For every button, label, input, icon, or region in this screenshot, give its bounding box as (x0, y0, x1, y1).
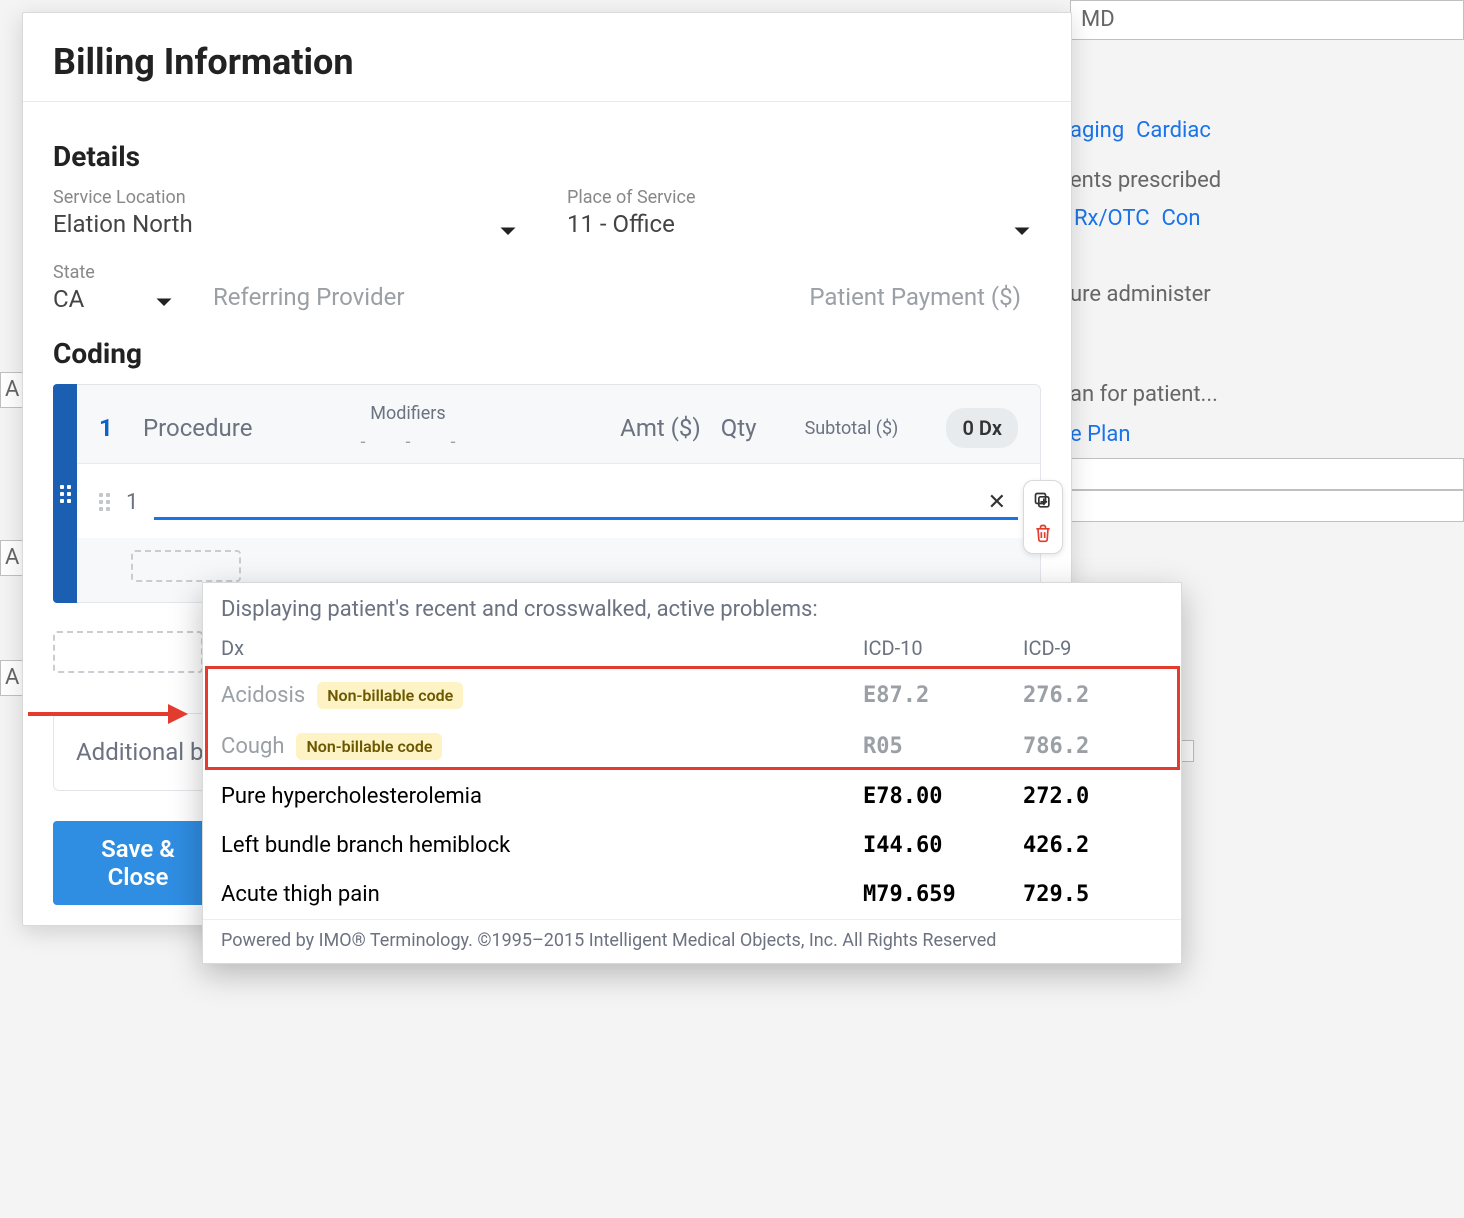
service-location-value: Elation North (53, 210, 193, 238)
dx-icd9: 276.2 (1023, 683, 1163, 708)
coding-section-title: Coding (53, 337, 1041, 370)
dropdown-row[interactable]: Pure hypercholesterolemia E78.00 272.0 (203, 772, 1181, 821)
dx-name: Cough (221, 734, 284, 759)
modifier-slot-2[interactable]: - (406, 432, 411, 453)
modal-title: Billing Information (53, 41, 1041, 83)
place-of-service-label: Place of Service (567, 187, 1041, 208)
bg-text-md: MD (1081, 7, 1115, 32)
state-label: State (53, 262, 173, 283)
clear-icon[interactable]: ✕ (988, 490, 1006, 515)
nonbillable-badge: Non-billable code (317, 682, 463, 709)
bg-text-administer: ure administer (1070, 282, 1211, 307)
amount-label[interactable]: Amt ($) (620, 414, 701, 442)
chevron-down-icon (499, 223, 517, 242)
procedure-input[interactable]: Procedure (143, 414, 293, 442)
dropdown-row[interactable]: Left bundle branch hemiblock I44.60 426.… (203, 821, 1181, 870)
qty-label[interactable]: Qty (721, 414, 757, 442)
bg-left-a3: A (5, 665, 19, 690)
dropdown-row[interactable]: Cough Non-billable code R05 786.2 (203, 721, 1181, 772)
bg-link-rxotc[interactable]: Rx/OTC (1074, 206, 1150, 231)
dropdown-row[interactable]: Acidosis Non-billable code E87.2 276.2 (203, 670, 1181, 721)
modifier-slot-1[interactable]: - (361, 432, 366, 453)
bg-left-a2: A (5, 545, 19, 570)
dx-icd9: 426.2 (1023, 833, 1163, 858)
dropdown-footer: Powered by IMO® Terminology. ©1995–2015 … (203, 919, 1181, 963)
drag-handle-icon[interactable] (99, 493, 110, 511)
dx-name: Acute thigh pain (221, 882, 380, 907)
bg-left-a1: A (5, 377, 19, 402)
bg-link-con[interactable]: Con (1161, 206, 1200, 231)
coding-header-row: 1 Procedure Modifiers - - - Amt ($) Qty … (77, 385, 1040, 463)
place-of-service-field[interactable]: Place of Service 11 - Office (567, 187, 1041, 238)
dx-entry-row: 1 ✕ (77, 463, 1040, 538)
dx-icd10: I44.60 (863, 833, 1023, 858)
details-section-title: Details (53, 140, 1041, 173)
dropdown-heading: Displaying patient's recent and crosswal… (203, 583, 1181, 636)
dropdown-row[interactable]: Acute thigh pain M79.659 729.5 (203, 870, 1181, 919)
dx-search-input[interactable] (154, 484, 1018, 520)
col-dx: Dx (221, 636, 863, 660)
bg-link-eplan[interactable]: e Plan (1070, 422, 1130, 447)
bg-text-plan: an for patient... (1070, 382, 1218, 407)
chevron-down-icon (1013, 223, 1031, 242)
chevron-down-icon (155, 294, 173, 313)
subtotal-label: Subtotal ($) (805, 418, 899, 439)
dx-count-pill[interactable]: 0 Dx (946, 408, 1018, 448)
state-field[interactable]: State CA (53, 262, 173, 313)
bg-text-prescribed: ents prescribed (1070, 168, 1221, 193)
bg-link-cardiac[interactable]: Cardiac (1136, 118, 1211, 143)
drag-handle[interactable] (53, 384, 77, 603)
dropdown-column-headers: Dx ICD-10 ICD-9 (203, 636, 1181, 670)
modifier-slot-3[interactable]: - (450, 432, 455, 453)
col-icd10: ICD-10 (863, 636, 1023, 660)
col-icd9: ICD-9 (1023, 636, 1163, 660)
state-value: CA (53, 285, 84, 313)
dx-icd10: E78.00 (863, 784, 1023, 809)
referring-provider-input[interactable]: Referring Provider (213, 283, 701, 313)
modifiers-label: Modifiers (370, 403, 445, 424)
place-of-service-value: 11 - Office (567, 210, 675, 238)
dx-name: Left bundle branch hemiblock (221, 833, 510, 858)
nonbillable-badge: Non-billable code (296, 733, 442, 760)
dx-icd10: M79.659 (863, 882, 1023, 907)
row-tools (1023, 480, 1063, 554)
dx-icd9: 272.0 (1023, 784, 1163, 809)
dx-name: Acidosis (221, 683, 305, 708)
patient-payment-input[interactable]: Patient Payment ($) (741, 283, 1041, 313)
bg-link-aging[interactable]: aging (1070, 118, 1124, 143)
dx-icd9: 729.5 (1023, 882, 1163, 907)
modal-header: Billing Information (23, 13, 1071, 102)
add-procedure-placeholder[interactable] (53, 631, 203, 673)
delete-button[interactable] (1029, 519, 1057, 547)
save-and-close-button[interactable]: Save & Close (53, 821, 223, 905)
dx-icd10: E87.2 (863, 683, 1023, 708)
procedure-row-number: 1 (99, 414, 123, 442)
service-location-field[interactable]: Service Location Elation North (53, 187, 527, 238)
dx-line-number: 1 (126, 490, 138, 515)
add-dx-placeholder[interactable] (131, 550, 241, 582)
duplicate-button[interactable] (1029, 487, 1057, 515)
coding-block: 1 Procedure Modifiers - - - Amt ($) Qty … (53, 384, 1041, 603)
service-location-label: Service Location (53, 187, 527, 208)
dx-icd9: 786.2 (1023, 734, 1163, 759)
dx-dropdown: Displaying patient's recent and crosswal… (202, 582, 1182, 964)
dx-name: Pure hypercholesterolemia (221, 784, 482, 809)
dx-icd10: R05 (863, 734, 1023, 759)
